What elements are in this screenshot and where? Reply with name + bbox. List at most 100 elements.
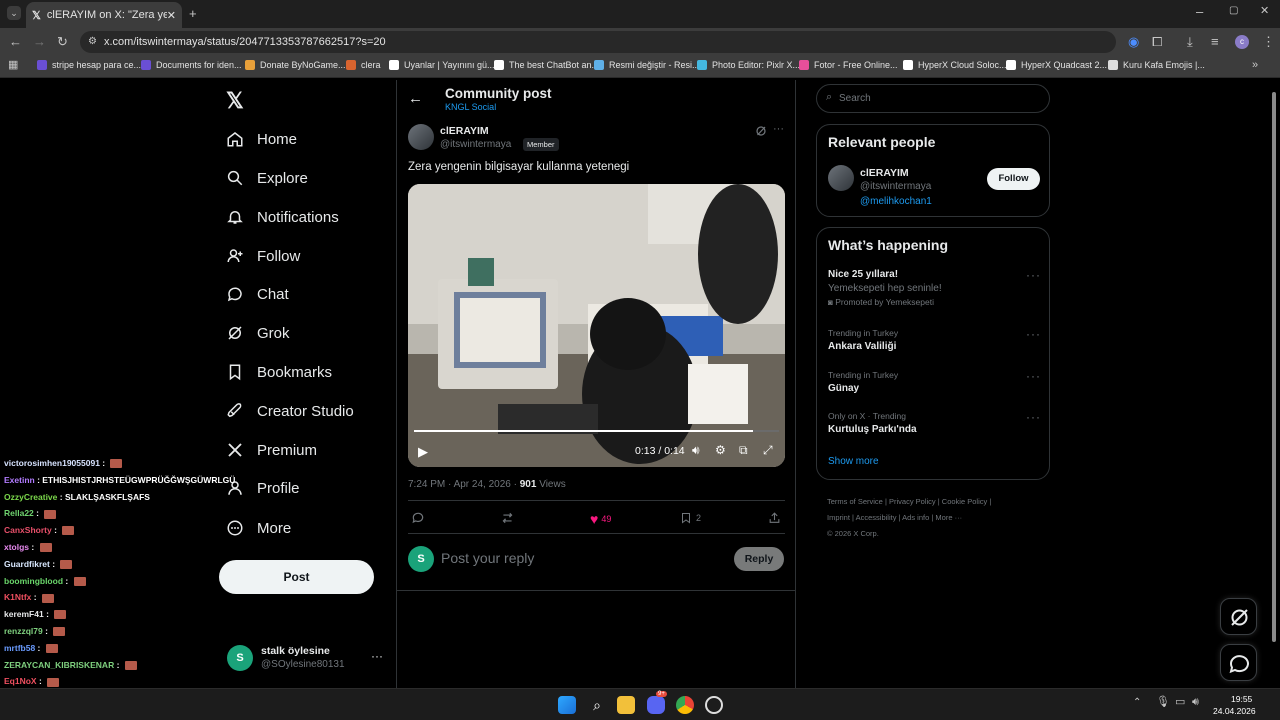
- reply-input[interactable]: Post your reply: [441, 550, 721, 566]
- footer-link[interactable]: Accessibility: [856, 513, 897, 522]
- chat-username[interactable]: mrtfb58: [4, 643, 35, 653]
- bookmark-item[interactable]: Donate ByNoGame...: [245, 60, 346, 70]
- back-icon[interactable]: ←: [9, 35, 22, 48]
- picture-in-picture-icon[interactable]: ⧉: [739, 443, 748, 458]
- nav-item-grok[interactable]: Grok: [226, 324, 290, 342]
- new-tab-icon[interactable]: +: [189, 7, 197, 20]
- extensions-puzzle-icon[interactable]: ⧠: [1152, 35, 1162, 48]
- footer-link[interactable]: Terms of Service: [827, 497, 883, 506]
- bookmark-item[interactable]: Uyanlar | Yayınını gü...: [389, 60, 495, 70]
- bookmark-item[interactable]: The best ChatBot an...: [494, 60, 599, 70]
- person-mention[interactable]: @melihkochan1: [860, 196, 932, 207]
- page-scrollbar[interactable]: [1272, 92, 1276, 642]
- grok-icon[interactable]: [755, 125, 767, 137]
- trend-more-icon[interactable]: ···: [1026, 410, 1041, 424]
- account-more-icon[interactable]: ···: [371, 649, 383, 663]
- chat-username[interactable]: Exetinn: [4, 475, 35, 485]
- author-handle[interactable]: @itswintermaya: [440, 139, 511, 150]
- bookmark-item[interactable]: Resmi değiştir - Resi...: [594, 60, 700, 70]
- windows-start-icon[interactable]: [558, 696, 576, 714]
- app-icon[interactable]: [705, 696, 723, 714]
- nav-item-home[interactable]: Home: [226, 130, 297, 148]
- bookmark-item[interactable]: HyperX Cloud Soloc...: [903, 60, 1007, 70]
- post-button[interactable]: Post: [219, 560, 374, 594]
- forward-icon[interactable]: →: [33, 35, 46, 48]
- browser-menu-icon[interactable]: ⋮: [1262, 35, 1275, 48]
- site-info-icon[interactable]: ⚙: [88, 31, 97, 53]
- bookmarks-overflow-icon[interactable]: »: [1252, 60, 1258, 71]
- window-close-icon[interactable]: ✕: [1260, 6, 1269, 17]
- search-box[interactable]: ⌕ Search: [816, 84, 1050, 113]
- bookmark-action[interactable]: 2: [680, 511, 701, 525]
- trend-item[interactable]: Trending in Turkey Günay: [828, 370, 898, 394]
- chat-username[interactable]: Eq1NoX: [4, 676, 37, 686]
- person-avatar[interactable]: [828, 165, 854, 191]
- bookmark-item[interactable]: HyperX Quadcast 2...: [1006, 60, 1107, 70]
- extension-icon[interactable]: ◉: [1128, 35, 1139, 48]
- file-explorer-icon[interactable]: [617, 696, 635, 714]
- nav-item-explore[interactable]: Explore: [226, 169, 308, 187]
- trend-item[interactable]: Trending in Turkey Ankara Valiliği: [828, 328, 898, 352]
- reply-button[interactable]: Reply: [734, 547, 784, 571]
- bookmark-item[interactable]: Kuru Kafa Emojis |...: [1108, 60, 1205, 70]
- bookmark-item[interactable]: Documents for iden...: [141, 60, 242, 70]
- video-player[interactable]: ▶ 0:13 / 0:14 🔊︎ ⚙ ⧉ ⤢: [408, 184, 785, 467]
- footer-link[interactable]: Ads info: [902, 513, 929, 522]
- microphone-icon[interactable]: 🎙︎: [1156, 697, 1170, 708]
- footer-link[interactable]: Imprint: [827, 513, 850, 522]
- reading-list-icon[interactable]: ≡: [1211, 35, 1219, 48]
- profile-avatar[interactable]: c: [1235, 35, 1249, 49]
- chat-username[interactable]: K1Ntfx: [4, 592, 31, 602]
- volume-tray-icon[interactable]: 🔊︎: [1192, 697, 1199, 708]
- trend-item[interactable]: Only on X · Trending Kurtuluş Parkı'nda: [828, 411, 917, 435]
- restore-icon[interactable]: ▢: [1229, 6, 1238, 16]
- tab-close-icon[interactable]: ✕: [167, 9, 176, 22]
- like-action[interactable]: ♥ 49: [590, 511, 611, 527]
- tab-search-icon[interactable]: ⌄: [7, 6, 21, 20]
- chat-username[interactable]: boomingblood: [4, 576, 63, 586]
- settings-icon[interactable]: ⚙: [715, 443, 726, 457]
- apps-grid-icon[interactable]: ▦: [8, 60, 18, 71]
- trend-more-icon[interactable]: ···: [1026, 369, 1041, 383]
- promo-more-icon[interactable]: ···: [1026, 268, 1041, 282]
- chat-username[interactable]: keremF41: [4, 609, 44, 619]
- chat-username[interactable]: OzzyCreative: [4, 492, 57, 502]
- show-more-link[interactable]: Show more: [828, 456, 879, 467]
- nav-item-notifications[interactable]: Notifications: [226, 208, 339, 226]
- minimize-icon[interactable]: –: [1196, 5, 1203, 18]
- nav-item-premium[interactable]: Premium: [226, 441, 317, 459]
- footer-link[interactable]: Cookie Policy: [942, 497, 987, 506]
- tray-chevron-icon[interactable]: ⌃: [1133, 698, 1141, 708]
- footer-link[interactable]: More ···: [935, 513, 962, 522]
- nav-item-bookmarks[interactable]: Bookmarks: [226, 363, 332, 381]
- play-icon[interactable]: ▶: [418, 444, 428, 460]
- back-arrow-icon[interactable]: ←: [408, 90, 423, 107]
- bookmark-item[interactable]: clera: [346, 60, 381, 70]
- person-name[interactable]: clERAYIM: [860, 167, 909, 179]
- footer-link[interactable]: Privacy Policy: [889, 497, 936, 506]
- taskbar-search-icon[interactable]: ⌕: [588, 696, 606, 714]
- chat-username[interactable]: Guardfikret: [4, 559, 50, 569]
- video-progress-track[interactable]: [414, 430, 779, 432]
- network-icon[interactable]: ▭: [1175, 697, 1185, 708]
- address-bar[interactable]: ⚙ x.com/itswintermaya/status/20477133537…: [80, 31, 1116, 53]
- messages-float-button[interactable]: [1220, 644, 1257, 681]
- x-logo-icon[interactable]: 𝕏: [226, 88, 244, 114]
- chrome-icon[interactable]: [676, 696, 694, 714]
- account-switcher[interactable]: S stalk öylesine @SOylesine80131 ···: [227, 643, 387, 673]
- clock-date[interactable]: 24.04.2026: [1213, 706, 1256, 716]
- grok-float-button[interactable]: [1220, 598, 1257, 635]
- reply-action[interactable]: [411, 511, 425, 525]
- chat-username[interactable]: CanxShorty: [4, 525, 52, 535]
- nav-item-follow[interactable]: Follow: [226, 247, 300, 265]
- author-avatar[interactable]: [408, 124, 434, 150]
- fullscreen-icon[interactable]: ⤢: [763, 443, 773, 458]
- discord-icon[interactable]: 9+: [647, 691, 667, 714]
- browser-tab-active[interactable]: 𝕏 clERAYIM on X: "Zera yengenin ✕: [26, 2, 182, 28]
- reload-icon[interactable]: ↻: [57, 35, 68, 48]
- share-action[interactable]: [768, 511, 781, 525]
- bookmark-item[interactable]: stripe hesap para ce...: [37, 60, 141, 70]
- repost-action[interactable]: [500, 511, 515, 525]
- bookmark-item[interactable]: Photo Editor: Pixlr X...: [697, 60, 800, 70]
- author-name[interactable]: clERAYIM: [440, 125, 489, 137]
